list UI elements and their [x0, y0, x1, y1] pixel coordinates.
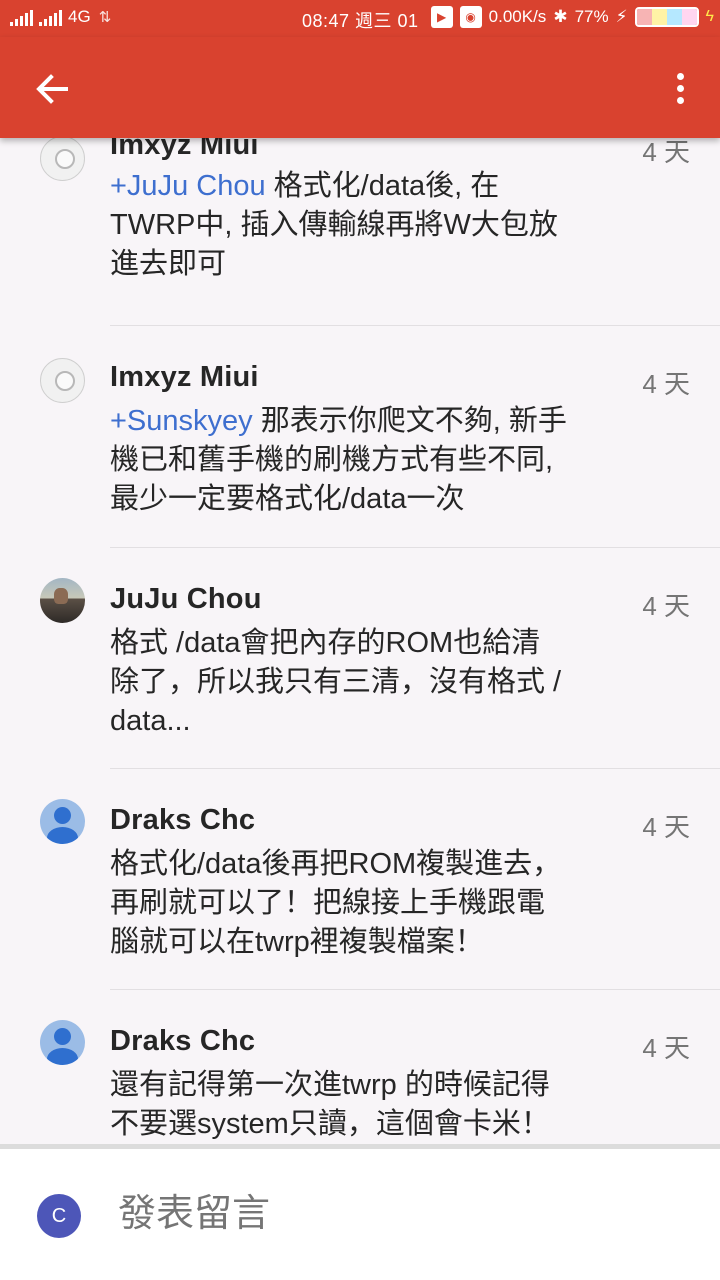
- comment-author[interactable]: Imxyz Miui: [110, 138, 259, 162]
- comment-list[interactable]: Imxyz Miui 4 天 +JuJu Chou 格式化/data後, 在 T…: [0, 138, 720, 1144]
- comment-time: 4 天: [642, 591, 690, 621]
- divider: [110, 989, 720, 990]
- status-right: ▶ ◉ 0.00K/s ✱ 77% ⚡ ϟ: [430, 6, 714, 28]
- data-transfer-icon: ⇅: [98, 9, 112, 26]
- divider: [110, 768, 720, 769]
- play-store-icon: ▶: [430, 6, 453, 28]
- comment-author[interactable]: Draks Chc: [110, 804, 255, 837]
- user-avatar: C: [37, 1194, 81, 1238]
- app-bar: [0, 37, 720, 138]
- mention-link[interactable]: +Sunskyey: [110, 405, 253, 437]
- avatar[interactable]: [40, 138, 85, 181]
- charging-icon: ⚡: [615, 7, 628, 26]
- status-left: 4G ⇅: [10, 8, 111, 26]
- comment-time: 4 天: [642, 138, 690, 167]
- battery-percent: 77%: [574, 7, 609, 26]
- avatar[interactable]: [40, 578, 85, 623]
- comment-body: +Sunskyey 那表示你爬文不夠, 新手 機已和舊手機的刷機方式有些不同, …: [110, 405, 567, 515]
- status-time-date: 08:47 週三 01: [302, 11, 419, 31]
- comment-item: Imxyz Miui 4 天 +JuJu Chou 格式化/data後, 在 T…: [0, 138, 720, 346]
- net-speed: 0.00K/s: [488, 7, 547, 26]
- network-type: 4G: [68, 7, 91, 26]
- comment-body: 還有記得第一次進twrp 的時候記得 不要選system只讀，這個會卡米！: [110, 1069, 550, 1140]
- mention-link[interactable]: +JuJu Chou: [110, 170, 266, 202]
- comment-time: 4 天: [642, 812, 690, 842]
- comment-item: JuJu Chou 4 天 格式 /data會把內存的ROM也給清 除了，所以我…: [0, 568, 720, 790]
- comment-item: Draks Chc 4 天 格式化/data後再把ROM複製進去， 再刷就可以了…: [0, 789, 720, 1011]
- comment-author[interactable]: Imxyz Miui: [110, 361, 259, 394]
- comment-body: +JuJu Chou 格式化/data後, 在 TWRP中, 插入傳輸線再將W大…: [110, 170, 558, 280]
- comment-item: Draks Chc 4 天 還有記得第一次進twrp 的時候記得 不要選syst…: [0, 1010, 720, 1144]
- comment-author[interactable]: JuJu Chou: [110, 583, 262, 616]
- charging-bolt-icon: ϟ: [705, 8, 714, 25]
- bluetooth-icon: ✱: [553, 7, 568, 26]
- signal-icon: [10, 10, 33, 26]
- signal-icon: [39, 10, 62, 26]
- back-arrow-icon[interactable]: [30, 67, 74, 111]
- comment-body: 格式化/data後再把ROM複製進去， 再刷就可以了！把線接上手機跟電 腦就可以…: [110, 848, 562, 958]
- divider: [110, 325, 720, 326]
- avatar[interactable]: [40, 358, 85, 403]
- comment-body: 格式 /data會把內存的ROM也給清 除了，所以我只有三清，沒有格式 / da…: [110, 627, 562, 737]
- comment-composer: C: [0, 1144, 720, 1280]
- comment-author[interactable]: Draks Chc: [110, 1025, 255, 1058]
- comment-item: Imxyz Miui 4 天 +Sunskyey 那表示你爬文不夠, 新手 機已…: [0, 346, 720, 568]
- avatar[interactable]: [40, 1020, 85, 1065]
- comment-time: 4 天: [642, 1033, 690, 1063]
- avatar[interactable]: [40, 799, 85, 844]
- comment-time: 4 天: [642, 369, 690, 399]
- comment-input[interactable]: [118, 1189, 678, 1239]
- battery-icon: [634, 7, 699, 27]
- status-bar: 4G ⇅ 08:47 週三 01 ▶ ◉ 0.00K/s ✱ 77% ⚡ ϟ: [0, 0, 720, 37]
- divider: [110, 547, 720, 548]
- more-vert-icon[interactable]: [668, 67, 692, 111]
- screen-record-icon: ◉: [459, 6, 482, 28]
